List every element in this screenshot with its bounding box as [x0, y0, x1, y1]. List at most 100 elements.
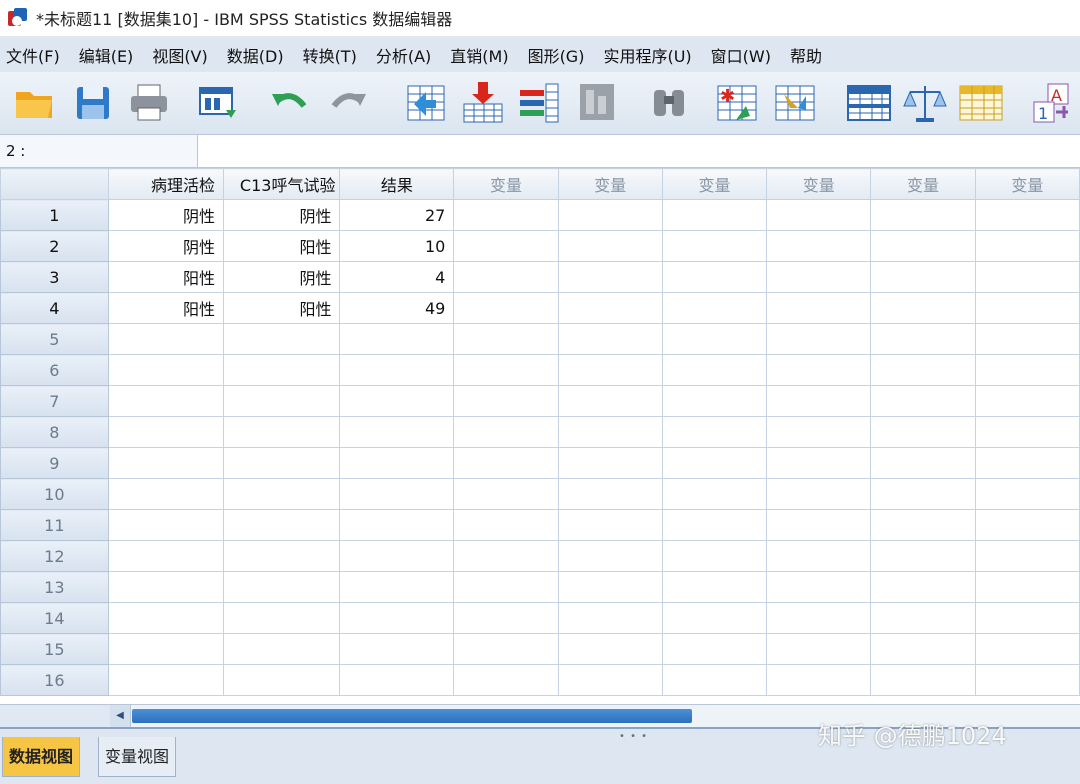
data-cell[interactable]	[870, 261, 976, 293]
data-cell[interactable]: 阳性	[107, 261, 225, 293]
data-cell[interactable]	[557, 323, 663, 355]
row-number[interactable]: 14	[0, 602, 109, 634]
row-number[interactable]: 2	[0, 230, 109, 262]
data-cell[interactable]	[557, 261, 663, 293]
data-cell[interactable]	[107, 447, 225, 479]
data-cell[interactable]	[223, 664, 341, 696]
row-number[interactable]: 6	[0, 354, 109, 386]
data-cell[interactable]	[974, 509, 1080, 541]
data-cell[interactable]	[661, 664, 768, 696]
data-cell[interactable]: 阴性	[107, 199, 225, 231]
data-cell[interactable]	[223, 447, 341, 479]
data-cell[interactable]	[974, 416, 1080, 448]
data-cell[interactable]	[557, 447, 663, 479]
data-cell[interactable]	[661, 478, 768, 510]
data-cell[interactable]	[339, 633, 455, 665]
data-cell[interactable]	[661, 230, 768, 262]
data-cell[interactable]	[453, 416, 559, 448]
data-cell[interactable]: 10	[339, 230, 455, 262]
data-cell[interactable]	[453, 199, 559, 231]
data-cell[interactable]	[557, 385, 663, 417]
data-cell[interactable]	[974, 447, 1080, 479]
column-header[interactable]: C13呼气试验	[223, 168, 341, 200]
data-cell[interactable]	[107, 416, 225, 448]
data-cell[interactable]	[107, 385, 225, 417]
data-cell[interactable]: 阴性	[223, 199, 341, 231]
data-cell[interactable]	[223, 478, 341, 510]
data-cell[interactable]	[870, 509, 976, 541]
scroll-left-arrow-icon[interactable]: ◀	[110, 705, 131, 727]
data-cell[interactable]	[223, 540, 341, 572]
data-cell[interactable]	[870, 602, 976, 634]
data-cell[interactable]	[766, 447, 872, 479]
data-cell[interactable]: 阳性	[107, 292, 225, 324]
data-cell[interactable]	[107, 602, 225, 634]
data-cell[interactable]	[453, 447, 559, 479]
menu-edit[interactable]: 编辑(E)	[73, 43, 147, 67]
data-cell[interactable]	[339, 416, 455, 448]
scrollbar-thumb[interactable]	[132, 709, 692, 723]
row-number[interactable]: 3	[0, 261, 109, 293]
data-cell[interactable]	[974, 354, 1080, 386]
data-cell[interactable]	[453, 230, 559, 262]
data-cell[interactable]	[223, 416, 341, 448]
data-cell[interactable]	[766, 354, 872, 386]
row-number[interactable]: 4	[0, 292, 109, 324]
column-header[interactable]: 病理活检	[107, 168, 225, 200]
data-cell[interactable]	[453, 509, 559, 541]
row-number[interactable]: 12	[0, 540, 109, 572]
column-header-empty[interactable]: 变量	[974, 168, 1080, 200]
goto-case-icon[interactable]	[404, 80, 450, 126]
print-icon[interactable]	[126, 80, 172, 126]
data-cell[interactable]	[107, 540, 225, 572]
data-cell[interactable]	[557, 633, 663, 665]
data-cell[interactable]: 阴性	[107, 230, 225, 262]
data-cell[interactable]	[557, 478, 663, 510]
data-cell[interactable]	[557, 664, 663, 696]
menu-view[interactable]: 视图(V)	[146, 43, 220, 67]
data-cell[interactable]	[453, 261, 559, 293]
data-cell[interactable]	[557, 354, 663, 386]
data-cell[interactable]	[974, 199, 1080, 231]
data-cell[interactable]	[766, 602, 872, 634]
data-cell[interactable]	[661, 292, 768, 324]
row-number[interactable]: 8	[0, 416, 109, 448]
goto-variable-icon[interactable]	[460, 80, 506, 126]
data-cell[interactable]	[339, 664, 455, 696]
data-cell[interactable]	[453, 323, 559, 355]
data-cell[interactable]	[453, 292, 559, 324]
data-cell[interactable]	[974, 230, 1080, 262]
menu-file[interactable]: 文件(F)	[0, 43, 73, 67]
data-cell[interactable]	[766, 664, 872, 696]
data-cell[interactable]	[974, 540, 1080, 572]
column-header-empty[interactable]: 变量	[557, 168, 663, 200]
row-number[interactable]: 15	[0, 633, 109, 665]
data-cell[interactable]	[974, 323, 1080, 355]
data-cell[interactable]	[339, 354, 455, 386]
column-header-empty[interactable]: 变量	[870, 168, 976, 200]
data-cell[interactable]	[339, 447, 455, 479]
redo-icon[interactable]	[326, 80, 372, 126]
column-header-empty[interactable]: 变量	[661, 168, 768, 200]
data-cell[interactable]	[766, 385, 872, 417]
menu-help[interactable]: 帮助	[784, 43, 835, 67]
corner-cell[interactable]	[0, 168, 109, 200]
data-cell[interactable]	[661, 602, 768, 634]
cell-reference[interactable]: 2 :	[0, 135, 198, 167]
row-number[interactable]: 5	[0, 323, 109, 355]
data-cell[interactable]	[661, 323, 768, 355]
data-cell[interactable]	[870, 447, 976, 479]
data-cell[interactable]	[223, 509, 341, 541]
data-cell[interactable]	[453, 633, 559, 665]
data-cell[interactable]	[107, 664, 225, 696]
menu-data[interactable]: 数据(D)	[221, 43, 297, 67]
data-cell[interactable]	[557, 602, 663, 634]
data-cell[interactable]	[339, 323, 455, 355]
data-cell[interactable]	[557, 230, 663, 262]
data-cell[interactable]	[870, 385, 976, 417]
column-header-empty[interactable]: 变量	[453, 168, 559, 200]
data-cell[interactable]	[107, 323, 225, 355]
data-cell[interactable]	[974, 633, 1080, 665]
data-cell[interactable]	[339, 385, 455, 417]
data-cell[interactable]	[453, 385, 559, 417]
